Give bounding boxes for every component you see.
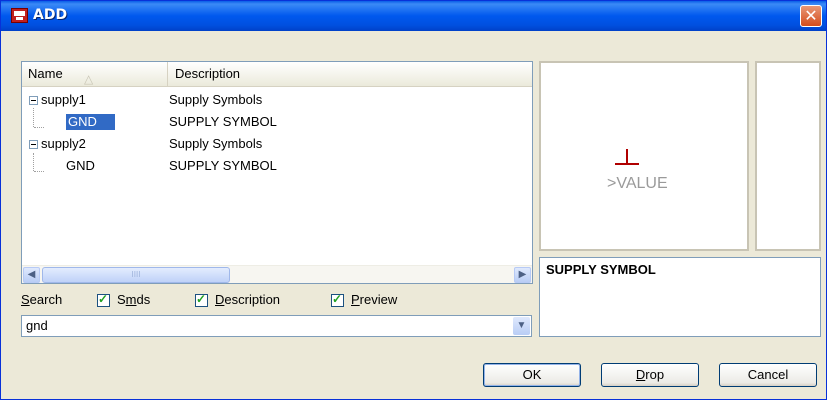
row-name-selected: GND	[66, 114, 115, 130]
row-name: supply2	[41, 136, 86, 151]
smds-label[interactable]: Smds	[117, 292, 150, 307]
description-panel: SUPPLY SYMBOL	[539, 257, 821, 337]
app-icon	[11, 8, 28, 23]
description-label[interactable]: Description	[215, 292, 280, 307]
package-preview	[755, 61, 821, 251]
library-tree-list[interactable]: Name △ Description supply1 Supply Symbol…	[21, 61, 533, 284]
column-header-description-label: Description	[175, 66, 241, 81]
row-description: Supply Symbols	[169, 92, 263, 107]
window-title: ADD	[33, 7, 68, 23]
preview-label[interactable]: Preview	[351, 292, 397, 307]
tree-row-device[interactable]: GND SUPPLY SYMBOL	[22, 114, 532, 130]
column-header-name[interactable]: Name △	[22, 62, 168, 86]
column-header-description[interactable]: Description	[169, 62, 529, 86]
preview-checkbox[interactable]	[331, 292, 344, 307]
scroll-left-icon[interactable]: ◀	[23, 267, 40, 283]
scroll-right-icon[interactable]: ▶	[514, 267, 531, 283]
search-input[interactable]: gnd ▼	[21, 315, 532, 337]
supply-symbol-bar	[615, 163, 639, 165]
search-label: Search	[21, 292, 63, 307]
close-button[interactable]: ✕	[800, 5, 822, 27]
symbol-value-label: >VALUE	[607, 175, 668, 192]
symbol-preview: >VALUE	[539, 61, 749, 251]
row-name: GND	[66, 158, 95, 173]
supply-symbol-stem	[626, 149, 628, 163]
collapse-icon[interactable]	[29, 96, 38, 105]
scroll-thumb[interactable]: IIII	[42, 267, 230, 283]
smds-checkbox[interactable]	[97, 292, 110, 307]
add-dialog: ADD ✕ Name △ Description supply1 Supply …	[0, 0, 827, 400]
row-description: Supply Symbols	[169, 136, 263, 151]
row-description: SUPPLY SYMBOL	[169, 114, 277, 129]
list-header: Name △ Description	[22, 62, 532, 87]
cancel-button[interactable]: Cancel	[719, 363, 817, 387]
chevron-down-icon[interactable]: ▼	[513, 317, 530, 335]
horizontal-scrollbar[interactable]: ◀ IIII ▶	[22, 265, 532, 283]
description-text: SUPPLY SYMBOL	[546, 262, 656, 277]
tree-row-library[interactable]: supply1 Supply Symbols	[22, 92, 532, 108]
description-checkbox[interactable]	[195, 292, 208, 307]
drop-button[interactable]: Drop	[601, 363, 699, 387]
title-bar[interactable]: ADD ✕	[1, 1, 826, 31]
ok-button[interactable]: OK	[483, 363, 581, 387]
row-description: SUPPLY SYMBOL	[169, 158, 277, 173]
row-name: supply1	[41, 92, 86, 107]
search-input-value: gnd	[26, 318, 48, 333]
collapse-icon[interactable]	[29, 140, 38, 149]
tree-row-library[interactable]: supply2 Supply Symbols	[22, 136, 532, 152]
sort-ascending-icon: △	[84, 72, 94, 86]
search-options: Search Smds Description Preview	[21, 292, 533, 310]
column-header-name-label: Name	[28, 66, 63, 81]
tree-row-device[interactable]: GND SUPPLY SYMBOL	[22, 158, 532, 174]
